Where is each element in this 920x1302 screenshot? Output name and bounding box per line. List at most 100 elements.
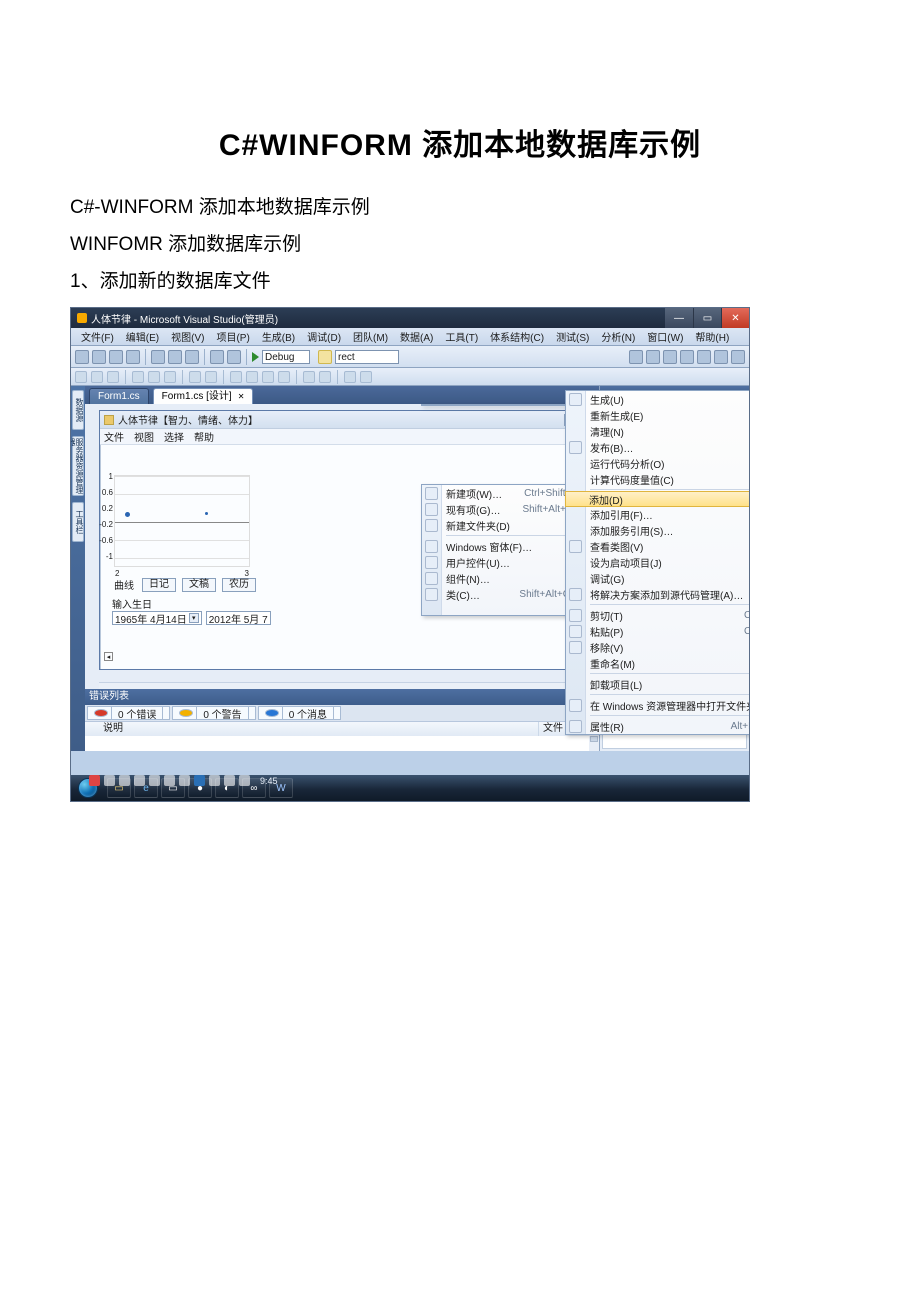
left-pill-3[interactable]: 工具栏 [72, 502, 84, 542]
size1-icon[interactable] [189, 371, 201, 383]
menu-item[interactable]: 设为启动项目(J) [566, 554, 750, 570]
menu-item[interactable]: 运行代码分析(O) [566, 455, 750, 471]
order2-icon[interactable] [319, 371, 331, 383]
spc3-icon[interactable] [262, 371, 274, 383]
tray-icon-5[interactable] [149, 775, 160, 786]
menu-item[interactable]: 测试(S) [550, 327, 595, 346]
tray-volume-icon[interactable] [239, 775, 250, 786]
redo-icon[interactable] [227, 350, 241, 364]
window-close-button[interactable]: ✕ [721, 308, 749, 328]
spc4-icon[interactable] [278, 371, 290, 383]
error-filter-tab[interactable]: 0 个消息 [258, 706, 341, 720]
menu-item[interactable]: 粘贴(P)Ctrl+V [566, 623, 750, 639]
ext2-icon[interactable] [646, 350, 660, 364]
undo-icon[interactable] [210, 350, 224, 364]
tray-m-icon[interactable] [89, 775, 100, 786]
form-menu-item[interactable]: 文件 [104, 429, 124, 444]
align2-icon[interactable] [91, 371, 103, 383]
ext1-icon[interactable] [629, 350, 643, 364]
start-debug-button[interactable] [252, 352, 259, 362]
date-picker-1[interactable]: 1965年 4月14日▾ [112, 611, 202, 625]
taskbar-clock[interactable]: 9:45 [260, 776, 278, 786]
date-picker-2[interactable]: 2012年 5月 7 [206, 611, 271, 625]
menu-item[interactable]: 帮助(H) [689, 327, 735, 346]
tray-icon-6[interactable] [164, 775, 175, 786]
new-project-icon[interactable] [75, 350, 89, 364]
menu-item[interactable]: 查看类图(V) [566, 538, 750, 554]
ext6-icon[interactable] [714, 350, 728, 364]
menu-item[interactable]: 现有项(G)…Shift+Alt+A [422, 501, 576, 517]
menu-item[interactable]: 窗口(W) [641, 327, 689, 346]
cut-icon[interactable] [151, 350, 165, 364]
menu-item[interactable]: 体系结构(C) [484, 327, 550, 346]
align3-icon[interactable] [107, 371, 119, 383]
menu-item[interactable]: 属性(R)Alt+Enter [566, 718, 750, 734]
error-filter-tab[interactable]: 0 个错误 [87, 706, 170, 720]
window-min-button[interactable]: — [665, 308, 693, 328]
menu-item[interactable]: 调试(D) [301, 327, 347, 346]
ext5-icon[interactable] [697, 350, 711, 364]
menu-item[interactable]: 用户控件(U)… [422, 554, 576, 570]
ext3-icon[interactable] [663, 350, 677, 364]
menu-item[interactable]: 新建项(W)…Ctrl+Shift+A [422, 485, 576, 501]
tray-icon-2[interactable] [104, 775, 115, 786]
menu-item[interactable]: 视图(V) [165, 327, 210, 346]
tab2-icon[interactable] [360, 371, 372, 383]
tab-btn-1[interactable]: 日记 [142, 578, 176, 592]
close-icon[interactable]: ✕ [238, 392, 245, 401]
left-pill-1[interactable]: 数据源 [72, 390, 84, 430]
ext7-icon[interactable] [731, 350, 745, 364]
spc1-icon[interactable] [230, 371, 242, 383]
chevron-down-icon[interactable]: ▾ [189, 613, 199, 623]
menu-item[interactable]: 重新生成(E) [566, 407, 750, 423]
tray-flag-icon[interactable] [209, 775, 220, 786]
error-col-desc[interactable]: 说明 [85, 722, 539, 736]
ext4-icon[interactable] [680, 350, 694, 364]
grid3-icon[interactable] [164, 371, 176, 383]
tab-btn-3[interactable]: 农历 [222, 578, 256, 592]
left-pill-2[interactable]: 服务器资源管理器 [72, 436, 84, 496]
size2-icon[interactable] [205, 371, 217, 383]
menu-item[interactable]: 添加服务引用(S)… [566, 522, 750, 538]
window-max-button[interactable]: ▭ [693, 308, 721, 328]
tray-icon-3[interactable] [119, 775, 130, 786]
menu-item[interactable]: 发布(B)… [566, 439, 750, 455]
menu-item[interactable]: 在 Windows 资源管理器中打开文件夹(X) [566, 697, 750, 713]
menu-item[interactable]: 调试(G)▸ [566, 570, 750, 586]
tray-icon-4[interactable] [134, 775, 145, 786]
config-combo[interactable]: Debug [262, 350, 310, 364]
menu-item[interactable]: 文件(F) [75, 327, 120, 346]
menu-item[interactable]: 将解决方案添加到源代码管理(A)… [566, 586, 750, 602]
tab-form1-cs[interactable]: Form1.cs [89, 388, 149, 404]
menu-item[interactable]: 添加引用(F)… [566, 506, 750, 522]
menu-item[interactable]: 团队(M) [347, 327, 394, 346]
scroll-left-icon[interactable]: ◂ [104, 652, 113, 661]
menu-item[interactable]: 组件(N)… [422, 570, 576, 586]
menu-item[interactable]: 工具(T) [439, 327, 484, 346]
menu-item[interactable]: 项目(P) [210, 327, 255, 346]
menu-item[interactable]: 添加(D)▸ [565, 491, 750, 507]
menu-item[interactable]: 类(C)…Shift+Alt+C [422, 586, 576, 602]
form-menu-item[interactable]: 帮助 [194, 429, 214, 444]
open-icon[interactable] [92, 350, 106, 364]
error-filter-tab[interactable]: 0 个警告 [172, 706, 255, 720]
menu-item[interactable]: Windows 窗体(F)… [422, 538, 576, 554]
menu-item[interactable]: 生成(B) [256, 327, 301, 346]
order1-icon[interactable] [303, 371, 315, 383]
menu-item[interactable]: 剪切(T)Ctrl+X [566, 607, 750, 623]
menu-item[interactable]: 生成(U) [566, 391, 750, 407]
tab1-icon[interactable] [344, 371, 356, 383]
menu-item[interactable]: 移除(V)Del [566, 639, 750, 655]
grid2-icon[interactable] [148, 371, 160, 383]
menu-item[interactable]: 编辑(E) [120, 327, 165, 346]
save-icon[interactable] [109, 350, 123, 364]
tray-chevron-up-icon[interactable] [194, 775, 205, 786]
tab-btn-2[interactable]: 文稿 [182, 578, 216, 592]
paste-icon[interactable] [185, 350, 199, 364]
find-icon[interactable] [318, 350, 332, 364]
menu-item[interactable]: 分析(N) [595, 327, 641, 346]
spc2-icon[interactable] [246, 371, 258, 383]
menu-item[interactable]: 清理(N) [566, 423, 750, 439]
save-all-icon[interactable] [126, 350, 140, 364]
tab-form1-design[interactable]: Form1.cs [设计]✕ [153, 388, 254, 404]
